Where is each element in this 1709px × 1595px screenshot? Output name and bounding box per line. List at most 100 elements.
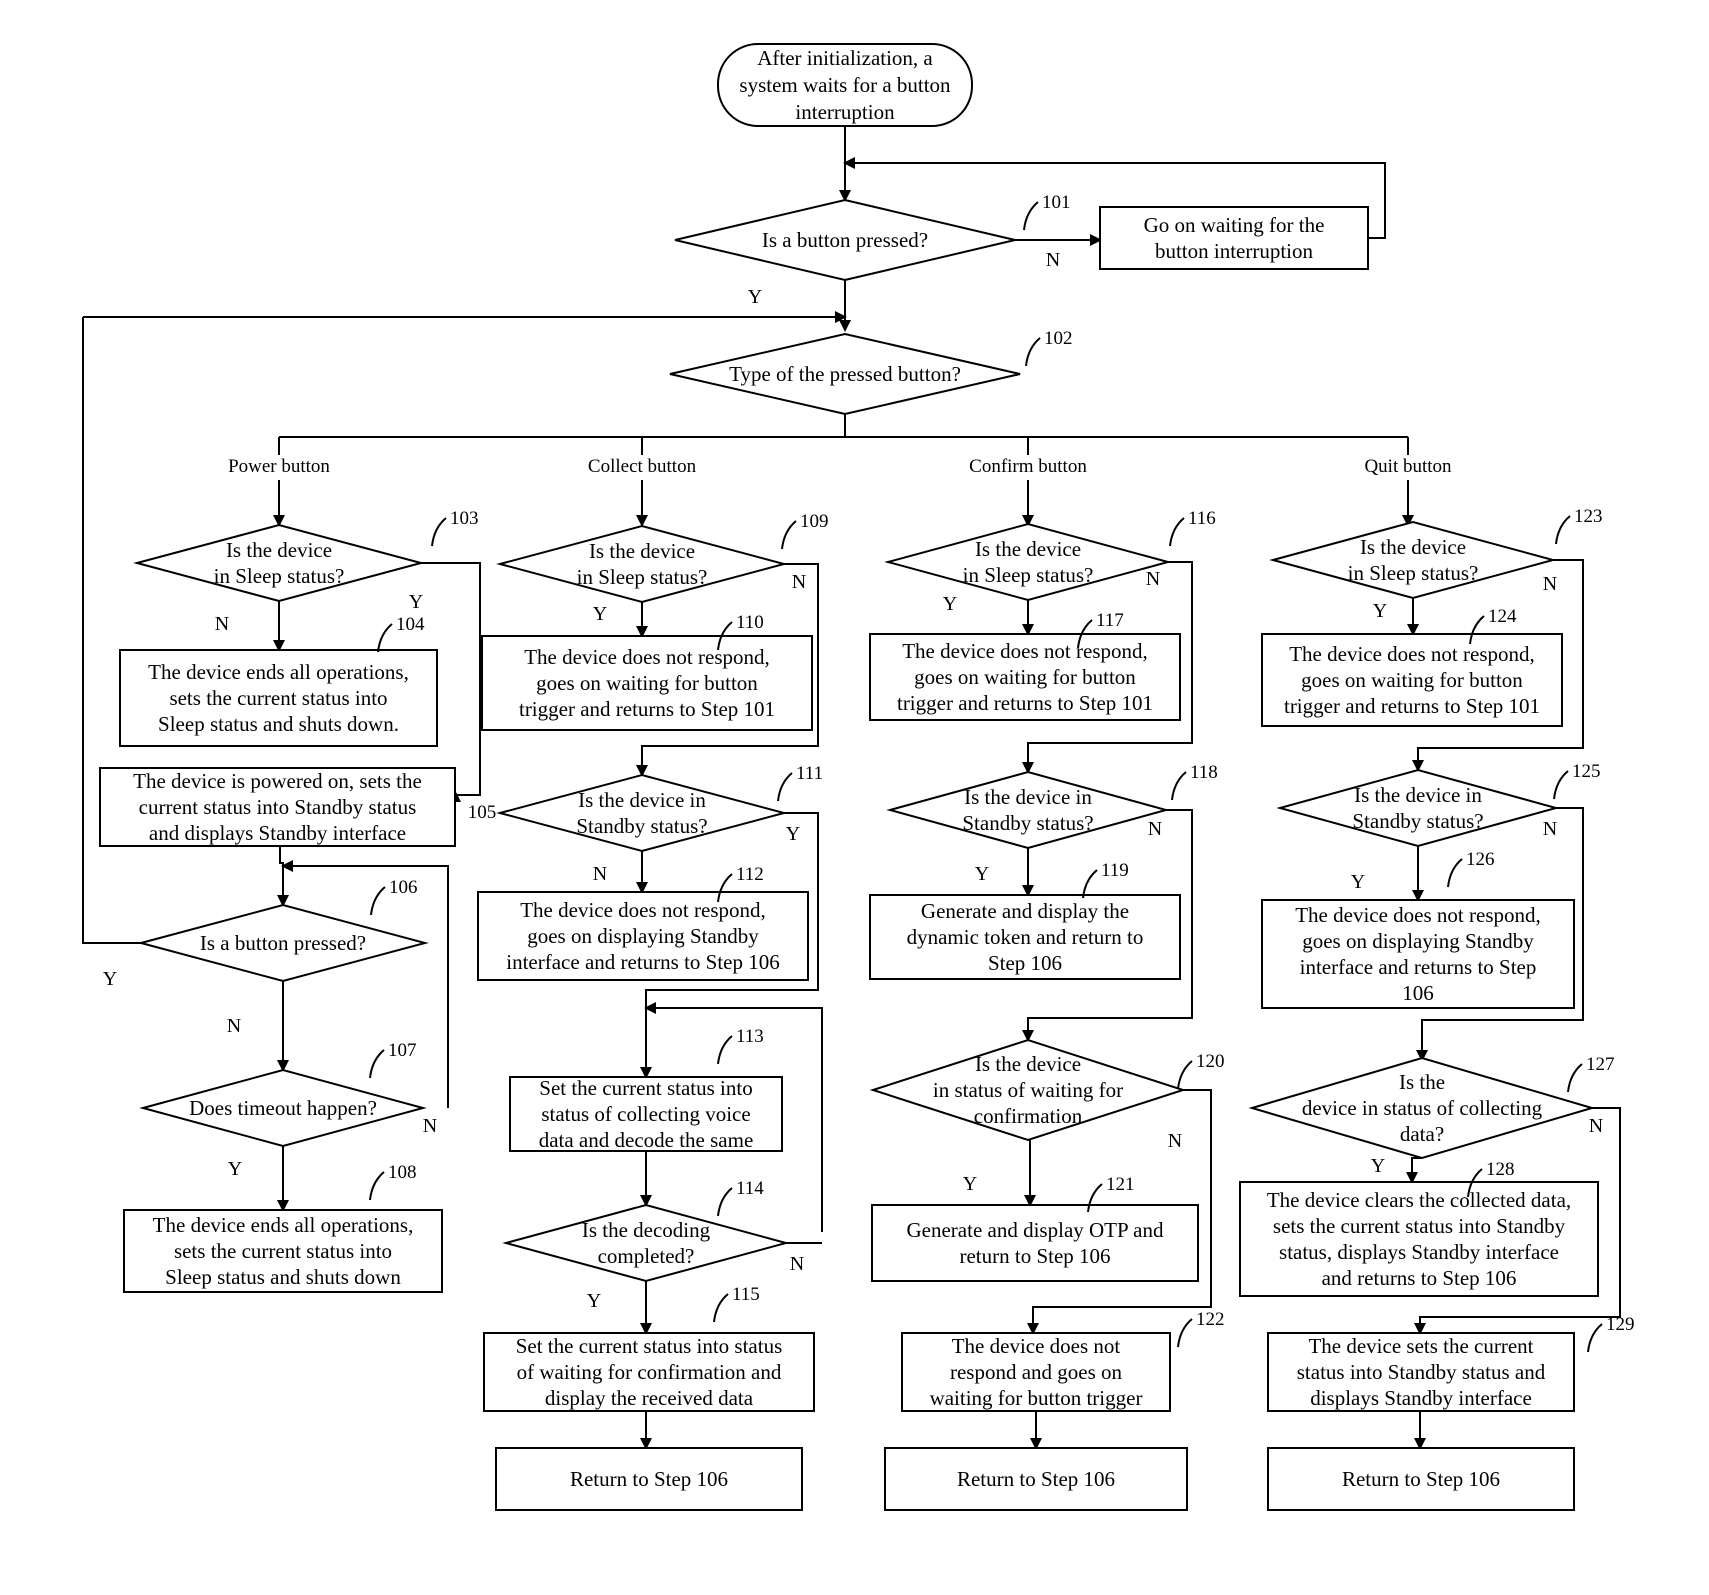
decision-125: Is the device in Standby status? bbox=[1276, 768, 1560, 848]
step-ref-128: 128 bbox=[1486, 1159, 1515, 1180]
process-110: The device does not respond, goes on wait… bbox=[481, 635, 813, 731]
decision-118-diamond bbox=[886, 770, 1170, 850]
branch-label-collect: Collect button bbox=[588, 456, 697, 477]
decision-127-text: Is the device in status of collecting data… bbox=[1302, 1070, 1543, 1146]
label-106-yes: Y bbox=[103, 968, 117, 990]
label-120-no: N bbox=[1168, 1130, 1182, 1152]
branch-label-power: Power button bbox=[228, 456, 330, 477]
process-122-text: The device does not respond and goes on wa… bbox=[930, 1334, 1143, 1410]
process-122: The device does not respond and goes on wa… bbox=[901, 1332, 1171, 1412]
process-117-text: The device does not respond, goes on wait… bbox=[897, 639, 1153, 715]
process-128: The device clears the collected data, set… bbox=[1239, 1181, 1599, 1297]
process-124-text: The device does not respond, goes on wait… bbox=[1284, 642, 1540, 718]
ref-leader bbox=[377, 623, 393, 653]
decision-103: Is the device in Sleep status? bbox=[133, 523, 425, 603]
120-yes bbox=[1024, 1139, 1036, 1207]
step-ref-124: 124 bbox=[1488, 606, 1517, 627]
step-ref-119: 119 bbox=[1101, 860, 1129, 881]
step-ref-106: 106 bbox=[389, 877, 418, 898]
decision-123-diamond bbox=[1269, 520, 1557, 600]
process-129-text: The device sets the current status into S… bbox=[1297, 1334, 1546, 1410]
step-ref-117: 117 bbox=[1096, 610, 1124, 631]
step-ref-112: 112 bbox=[736, 864, 764, 885]
label-114-yes: Y bbox=[587, 1290, 601, 1312]
label-127-no: N bbox=[1589, 1115, 1603, 1137]
label-120-yes: Y bbox=[963, 1173, 977, 1195]
decision-114-diamond bbox=[502, 1203, 790, 1283]
decision-101-text: Is a button pressed? bbox=[762, 228, 928, 252]
decision-109-diamond bbox=[496, 524, 788, 604]
label-118-no: N bbox=[1148, 818, 1162, 840]
return-step-106-b-text: Return to Step 106 bbox=[957, 1467, 1115, 1491]
ref-leader bbox=[1567, 1063, 1583, 1093]
decision-116: Is the device in Sleep status? bbox=[884, 522, 1172, 602]
decision-101: Is a button pressed? bbox=[674, 198, 1016, 282]
process-115: Set the current status into status of wai… bbox=[483, 1332, 815, 1412]
label-101-yes: Y bbox=[748, 286, 762, 308]
ref-leader bbox=[1171, 771, 1187, 801]
decision-106-text: Is a button pressed? bbox=[200, 931, 366, 955]
ref-leader bbox=[1177, 1060, 1193, 1090]
decision-102: Type of the pressed button? bbox=[669, 332, 1021, 416]
label-107-yes: Y bbox=[228, 1158, 242, 1180]
process-126: The device does not respond, goes on disp… bbox=[1261, 899, 1575, 1009]
process-108-text: The device ends all operations, sets the … bbox=[153, 1213, 414, 1289]
ref-leader bbox=[1553, 770, 1569, 800]
process-113: Set the current status into status of col… bbox=[509, 1076, 783, 1152]
step-ref-127: 127 bbox=[1586, 1054, 1615, 1075]
decision-111: Is the device in Standby status? bbox=[496, 773, 788, 853]
step-ref-120: 120 bbox=[1196, 1051, 1225, 1072]
return-step-106-c: Return to Step 106 bbox=[1267, 1447, 1575, 1511]
step-ref-105: 105 bbox=[468, 802, 497, 823]
label-125-yes: Y bbox=[1351, 871, 1365, 893]
step-ref-118: 118 bbox=[1190, 762, 1218, 783]
ref-leader bbox=[1177, 1318, 1193, 1348]
step-ref-116: 116 bbox=[1188, 508, 1216, 529]
label-109-no: N bbox=[792, 571, 806, 593]
flowchart: After initialization, a system waits for … bbox=[82, 43, 1635, 1511]
ref-leader bbox=[1447, 858, 1463, 888]
process-124: The device does not respond, goes on wait… bbox=[1261, 633, 1563, 727]
process-112: The device does not respond, goes on disp… bbox=[477, 891, 809, 981]
ref-leader bbox=[370, 886, 386, 916]
decision-107: Does timeout happen? bbox=[139, 1068, 427, 1148]
step-ref-123: 123 bbox=[1574, 506, 1603, 527]
ref-leader bbox=[717, 1035, 733, 1065]
decision-125-diamond bbox=[1276, 768, 1560, 848]
nodes: After initialization, a system waits for … bbox=[99, 43, 1599, 1511]
107-no-loop bbox=[281, 860, 449, 1108]
process-115-text: Set the current status into status of wai… bbox=[516, 1334, 783, 1410]
decision-116-diamond bbox=[884, 522, 1172, 602]
branch-label-confirm: Confirm button bbox=[969, 456, 1087, 477]
ref-leader bbox=[369, 1171, 385, 1201]
process-113-text: Set the current status into status of col… bbox=[539, 1076, 754, 1152]
step-ref-110: 110 bbox=[736, 612, 764, 633]
ref-leader bbox=[431, 517, 447, 547]
decision-123: Is the device in Sleep status? bbox=[1269, 520, 1557, 600]
process-110-text: The device does not respond, goes on wait… bbox=[519, 645, 775, 721]
process-121-box bbox=[871, 1204, 1199, 1282]
step-ref-108: 108 bbox=[388, 1162, 417, 1183]
ref-leader bbox=[1025, 337, 1041, 367]
ref-leader bbox=[717, 1187, 733, 1217]
process-104: The device ends all operations, sets the … bbox=[119, 649, 438, 747]
step-ref-101: 101 bbox=[1042, 192, 1071, 213]
return-step-106-b: Return to Step 106 bbox=[884, 1447, 1188, 1511]
label-111-no: N bbox=[593, 863, 607, 885]
decision-102-text: Type of the pressed button? bbox=[729, 362, 961, 386]
ref-leader bbox=[777, 772, 793, 802]
decision-114: Is the decoding completed? bbox=[502, 1203, 790, 1283]
process-105-text: The device is powered on, sets the curren… bbox=[133, 769, 422, 845]
105-to-106 bbox=[277, 846, 289, 907]
label-123-no: N bbox=[1543, 573, 1557, 595]
step-ref-115: 115 bbox=[732, 1284, 760, 1305]
step-ref-104: 104 bbox=[396, 614, 425, 635]
label-116-yes: Y bbox=[943, 593, 957, 615]
step-ref-121: 121 bbox=[1106, 1174, 1135, 1195]
process-105: The device is powered on, sets the curren… bbox=[99, 767, 456, 847]
decision-107-text: Does timeout happen? bbox=[189, 1096, 377, 1120]
label-101-no: N bbox=[1046, 249, 1060, 271]
label-116-no: N bbox=[1146, 568, 1160, 590]
label-125-no: N bbox=[1543, 818, 1557, 840]
return-step-106-a-text: Return to Step 106 bbox=[570, 1467, 728, 1491]
